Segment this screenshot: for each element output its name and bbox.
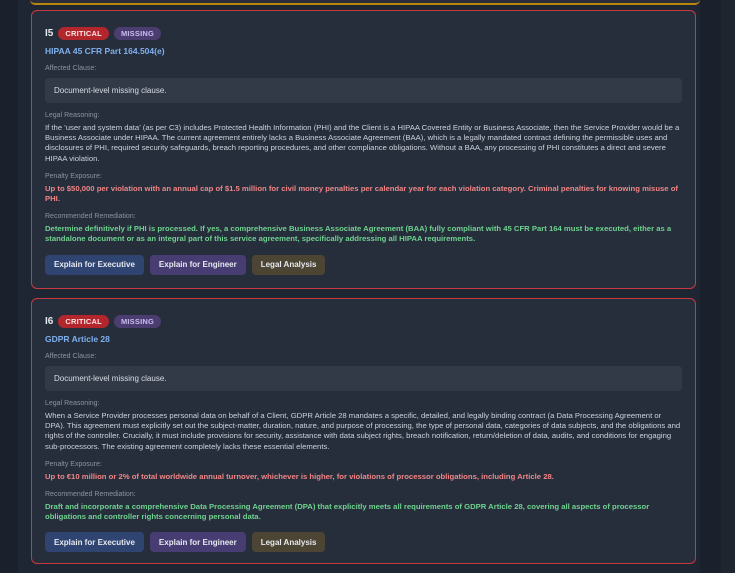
affected-clause-label: Affected Clause: (45, 353, 97, 360)
legal-reasoning-text: When a Service Provider processes person… (45, 411, 681, 451)
issue-id: I6 (45, 315, 54, 327)
card-header: I5 CRITICAL MISSING (45, 25, 682, 41)
issue-id: I5 (45, 27, 54, 39)
affected-clause-value: Document-level missing clause. (45, 366, 682, 391)
penalty-exposure-text: Up to $50,000 per violation with an annu… (45, 183, 678, 204)
left-gutter (0, 0, 18, 573)
severity-badge: CRITICAL (58, 314, 109, 328)
penalty-exposure-label: Penalty Exposure: (45, 172, 102, 180)
legal-reasoning-text: If the 'user and system data' (as per C3… (45, 123, 680, 163)
legal-reasoning-label: Legal Reasoning: (45, 112, 100, 119)
legal-analysis-button[interactable]: Legal Analysis (251, 254, 326, 275)
issue-card: I5 CRITICAL MISSING HIPAA 45 CFR Part 16… (31, 10, 696, 289)
affected-clause-label: Affected Clause: (45, 65, 97, 72)
penalty-exposure-label: Penalty Exposure: (45, 460, 102, 468)
regulation-reference: GDPR Article 28 (45, 334, 110, 344)
status-badge: MISSING (113, 26, 162, 40)
remediation-label: Recommended Remediation: (45, 213, 136, 221)
explain-executive-button[interactable]: Explain for Executive (45, 254, 144, 275)
remediation-label: Recommended Remediation: (45, 491, 136, 499)
severity-badge: CRITICAL (58, 26, 109, 40)
issue-card: I6 CRITICAL MISSING GDPR Article 28 Affe… (31, 298, 696, 564)
affected-clause-value: Document-level missing clause. (45, 78, 682, 103)
legal-reasoning-label: Legal Reasoning: (45, 400, 100, 407)
card-actions: Explain for Executive Explain for Engine… (45, 254, 682, 275)
card-header: I6 CRITICAL MISSING (45, 313, 682, 329)
explain-executive-button[interactable]: Explain for Executive (45, 532, 144, 553)
penalty-exposure-text: Up to €10 million or 2% of total worldwi… (45, 471, 554, 481)
explain-engineer-button[interactable]: Explain for Engineer (149, 254, 246, 275)
regulation-reference: HIPAA 45 CFR Part 164.504(e) (45, 46, 165, 56)
previous-card-edge (30, 0, 700, 5)
scrollbar[interactable] (721, 0, 735, 573)
status-badge: MISSING (113, 314, 162, 328)
remediation-text: Draft and incorporate a comprehensive Da… (45, 502, 650, 522)
legal-analysis-button[interactable]: Legal Analysis (251, 532, 326, 553)
explain-engineer-button[interactable]: Explain for Engineer (149, 532, 246, 553)
card-actions: Explain for Executive Explain for Engine… (45, 532, 682, 553)
remediation-text: Determine definitively if PHI is process… (45, 224, 672, 244)
